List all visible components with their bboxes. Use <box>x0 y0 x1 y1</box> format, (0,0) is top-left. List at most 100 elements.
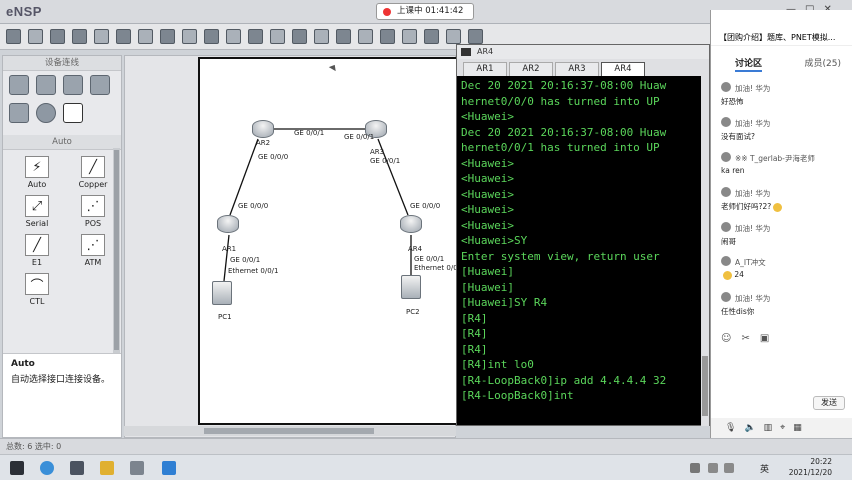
router-ar2[interactable] <box>252 120 274 138</box>
ensp-taskbar-icon[interactable] <box>162 461 176 475</box>
terminal-scrollbar[interactable] <box>701 76 709 426</box>
terminal-line: [R4-LoopBack0]int <box>461 389 574 402</box>
class-timer-badge[interactable]: 上课中 01:41:42 <box>376 3 474 20</box>
terminal-line: Dec 20 2021 20:16:37-08:00 Huaw <box>461 125 667 139</box>
chat-nav: 讨论区 成员(25) <box>711 54 852 72</box>
delete-all-icon[interactable] <box>248 29 263 44</box>
router-ar4[interactable] <box>400 215 422 233</box>
zoom-out-icon[interactable] <box>336 29 351 44</box>
topology-links <box>223 128 412 282</box>
device-panel-title: 设备连线 <box>3 56 121 71</box>
delete-icon[interactable] <box>226 29 241 44</box>
image-icon[interactable]: ▣ <box>760 333 769 344</box>
terminal-line: [R4] <box>461 311 488 325</box>
text-icon[interactable] <box>270 29 285 44</box>
location-icon[interactable]: ⌖ <box>780 423 785 433</box>
more-icon[interactable]: ▦ <box>793 423 802 433</box>
avatar <box>721 152 731 162</box>
terminal-category-icon[interactable] <box>9 103 29 123</box>
new-topology-alt-icon[interactable] <box>28 29 43 44</box>
router-category-icon[interactable] <box>9 75 29 95</box>
avatar <box>721 82 731 92</box>
canvas-scrollbar[interactable] <box>124 426 456 436</box>
wlan-category-icon[interactable] <box>63 75 83 95</box>
terminal-window[interactable]: AR4 AR1 AR2 AR3 AR4 Dec 20 2021 20:16:37… <box>456 44 710 426</box>
copper-cable-icon: ╱ <box>81 156 105 178</box>
cable-ctl[interactable]: ⌒ CTL <box>11 273 63 306</box>
terminal-line: [Huawei] <box>461 280 514 294</box>
app-icon[interactable] <box>130 461 144 475</box>
tab-ar4[interactable]: AR4 <box>601 62 645 76</box>
cable-serial[interactable]: ⤢ Serial <box>11 195 63 228</box>
cli-icon[interactable] <box>446 29 461 44</box>
port-pc1-eth001: Ethernet 0/0/1 <box>228 267 279 275</box>
atm-cable-icon: ⋰ <box>81 234 105 256</box>
ime-indicator[interactable]: 英 <box>760 462 769 475</box>
scissors-icon[interactable]: ✂ <box>741 333 749 344</box>
settings-icon[interactable] <box>468 29 483 44</box>
task-view-icon[interactable] <box>70 461 84 475</box>
label-pc2: PC2 <box>406 308 420 316</box>
switch-category-icon[interactable] <box>36 75 56 95</box>
terminal-line: <Huawei> <box>461 156 514 170</box>
send-button[interactable]: 发送 <box>813 396 845 410</box>
shape-icon[interactable] <box>292 29 307 44</box>
port-ar1-ge001: GE 0/0/1 <box>230 256 261 264</box>
chat-header-tabs[interactable]: 【团购介绍】题库、PNET模拟... <box>711 28 852 46</box>
taskbar-clock[interactable]: 20:22 2021/12/20 <box>789 456 832 478</box>
emoji-picker-icon[interactable]: ☺ <box>721 333 731 344</box>
tab-discussion[interactable]: 讨论区 <box>735 56 763 72</box>
capture-icon[interactable] <box>424 29 439 44</box>
terminal-line: <Huawei> <box>461 172 514 185</box>
avatar <box>721 222 731 232</box>
pc2-icon[interactable] <box>401 275 421 299</box>
save-as-icon[interactable] <box>94 29 109 44</box>
topology-canvas[interactable]: AR2 AR3 AR1 AR4 PC1 PC2 GE 0/0/1 GE 0/0/… <box>198 57 464 425</box>
gift-icon[interactable]: ▥ <box>764 423 773 433</box>
app-title: eNSP <box>6 4 42 19</box>
pos-cable-icon: ⋰ <box>81 195 105 217</box>
cable-auto[interactable]: ⚡ Auto <box>11 156 63 189</box>
cable-e1[interactable]: ╱ E1 <box>11 234 63 267</box>
cable-pos[interactable]: ⋰ POS <box>67 195 119 228</box>
zoom-in-icon[interactable] <box>314 29 329 44</box>
pc1-icon[interactable] <box>212 281 232 305</box>
save-icon[interactable] <box>72 29 87 44</box>
edge-browser-icon[interactable] <box>40 461 54 475</box>
terminal-line: <Huawei> <box>461 203 514 216</box>
stop-device-icon[interactable] <box>402 29 417 44</box>
cable-category-icon[interactable] <box>63 103 83 123</box>
select-icon[interactable] <box>182 29 197 44</box>
restore-zoom-icon[interactable] <box>358 29 373 44</box>
tab-ar2[interactable]: AR2 <box>509 62 553 76</box>
firewall-category-icon[interactable] <box>90 75 110 95</box>
label-ar1: AR1 <box>222 245 237 253</box>
tab-ar3[interactable]: AR3 <box>555 62 599 76</box>
move-icon[interactable] <box>204 29 219 44</box>
label-ar2: AR2 <box>256 139 271 147</box>
terminal-title: AR4 <box>477 47 494 56</box>
undo-icon[interactable] <box>138 29 153 44</box>
cable-copper[interactable]: ╱ Copper <box>67 156 119 189</box>
router-ar1[interactable] <box>217 215 239 233</box>
tab-ar1[interactable]: AR1 <box>463 62 507 76</box>
cloud-category-icon[interactable] <box>36 103 56 123</box>
file-explorer-icon[interactable] <box>100 461 114 475</box>
tab-members[interactable]: 成员(25) <box>805 56 841 69</box>
redo-icon[interactable] <box>160 29 175 44</box>
terminal-output[interactable]: Dec 20 2021 20:16:37-08:00 Huaw hernet0/0… <box>461 78 709 418</box>
volume-icon[interactable] <box>724 463 734 473</box>
terminal-line: [R4] <box>461 342 488 356</box>
cable-atm[interactable]: ⋰ ATM <box>67 234 119 267</box>
tray-chevron-icon[interactable] <box>690 463 700 473</box>
print-icon[interactable] <box>116 29 131 44</box>
windows-start-icon[interactable] <box>10 461 24 475</box>
start-device-icon[interactable] <box>380 29 395 44</box>
new-topology-icon[interactable] <box>6 29 21 44</box>
terminal-line: [R4] <box>461 327 488 340</box>
microphone-icon[interactable]: 🎙 <box>725 423 736 433</box>
open-icon[interactable] <box>50 29 65 44</box>
network-icon[interactable] <box>708 463 718 473</box>
speaker-icon[interactable]: 🔈 <box>744 423 755 433</box>
port-ar2-ge000: GE 0/0/0 <box>258 153 289 161</box>
